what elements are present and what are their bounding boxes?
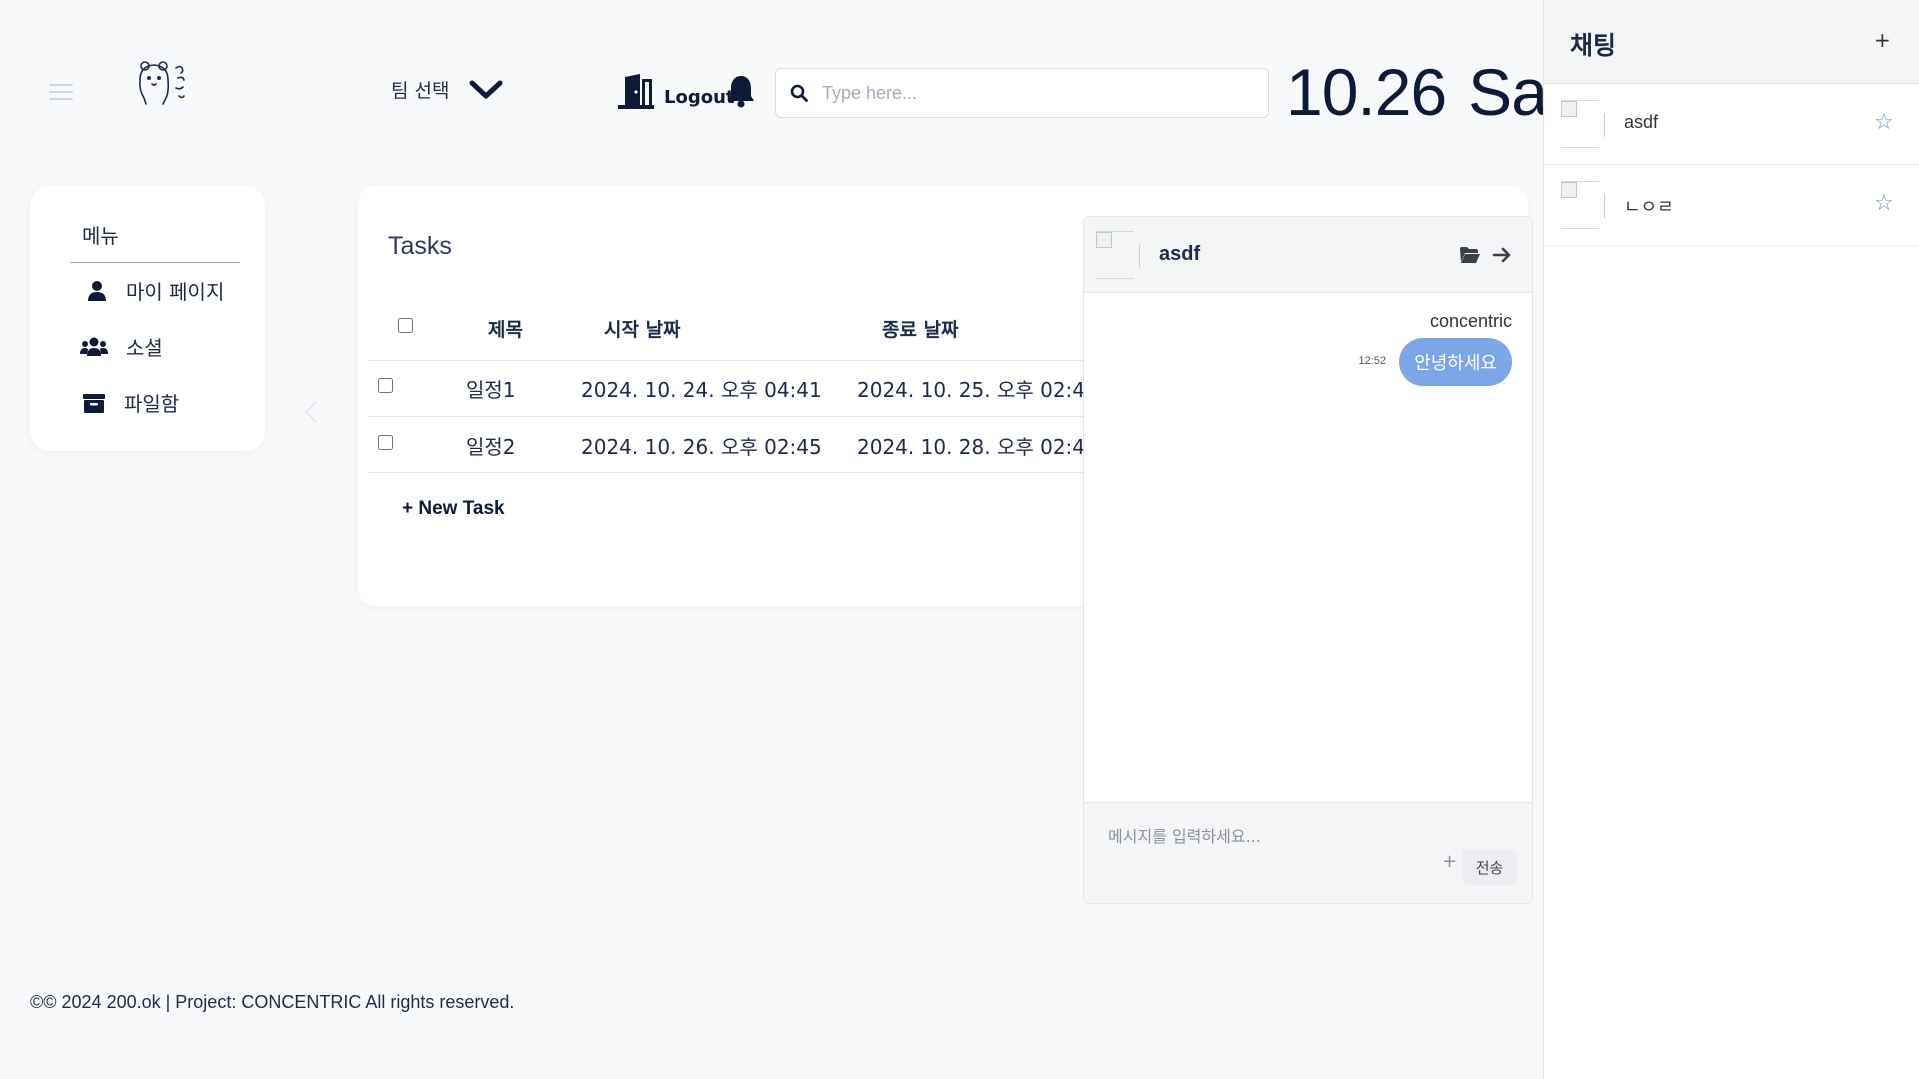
date-day: 10.26	[1286, 55, 1447, 129]
search-bar[interactable]	[775, 68, 1269, 118]
attach-button[interactable]: +	[1442, 851, 1457, 872]
search-input[interactable]	[822, 82, 1242, 104]
chat-window: asdf concentric 12:52 안녕하세요 + 전송	[1083, 216, 1533, 904]
avatar	[1561, 181, 1605, 229]
menu-item-label: 마이 페이지	[126, 280, 225, 304]
message-input[interactable]	[1108, 823, 1488, 853]
row-checkbox[interactable]	[378, 435, 393, 450]
chat-room-name: ㄴㅇㄹ	[1624, 197, 1674, 217]
menu-item-label: 파일함	[124, 392, 180, 416]
chat-sidebar-title: 채팅	[1570, 31, 1617, 60]
folder-open-icon[interactable]	[1459, 246, 1481, 268]
tasks-title: Tasks	[388, 232, 452, 260]
new-task-button[interactable]: + New Task	[402, 498, 505, 520]
task-start-date: 2024. 10. 26. 오후 02:45	[581, 435, 822, 459]
current-date: 10.26 Sat	[1286, 54, 1565, 130]
column-header-start: 시작 날짜	[604, 319, 681, 341]
chat-sidebar-header: 채팅 +	[1544, 0, 1919, 84]
task-title: 일정2	[466, 435, 516, 459]
chat-header: asdf	[1084, 217, 1532, 293]
row-checkbox[interactable]	[378, 378, 393, 393]
menu-item-social[interactable]: 소셜	[80, 332, 163, 361]
chevron-left-icon[interactable]	[304, 400, 318, 428]
menu-item-files[interactable]: 파일함	[80, 388, 179, 417]
team-select-label: 팀 선택	[391, 80, 450, 102]
footer-copyright: ©© 2024 200.ok | Project: CONCENTRIC All…	[30, 992, 515, 1012]
task-title: 일정1	[466, 378, 516, 402]
notification-bell-icon[interactable]	[726, 74, 756, 112]
chevron-down-icon	[469, 80, 503, 98]
select-all-checkbox[interactable]	[398, 318, 413, 333]
chat-room-item[interactable]: asdf ☆	[1544, 84, 1919, 165]
chat-room-item[interactable]: ㄴㅇㄹ ☆	[1544, 165, 1919, 246]
users-icon	[80, 337, 108, 356]
chat-sidebar: 채팅 + asdf ☆ ㄴㅇㄹ ☆	[1543, 0, 1919, 1079]
archive-icon	[83, 393, 105, 413]
star-icon[interactable]: ☆	[1874, 191, 1894, 216]
avatar	[1096, 231, 1140, 279]
star-icon[interactable]: ☆	[1874, 110, 1894, 135]
door-exit-icon	[618, 74, 654, 109]
column-header-title: 제목	[488, 319, 523, 341]
task-end-date: 2024. 10. 28. 오후 02:47	[857, 435, 1098, 459]
task-start-date: 2024. 10. 24. 오후 04:41	[581, 378, 822, 402]
message-bubble: 안녕하세요	[1399, 338, 1512, 386]
bear-logo	[136, 58, 192, 106]
task-end-date: 2024. 10. 25. 오후 02:44	[857, 378, 1098, 402]
side-menu: 메뉴 마이 페이지 소셜 파일함	[30, 186, 265, 451]
message-sender: concentric	[1429, 311, 1512, 331]
chat-partner-name: asdf	[1159, 243, 1201, 265]
avatar	[1561, 100, 1605, 148]
arrow-right-icon[interactable]	[1492, 245, 1512, 269]
chat-room-name: asdf	[1624, 112, 1659, 132]
team-select-dropdown[interactable]: 팀 선택	[391, 76, 503, 103]
column-header-end: 종료 날짜	[882, 319, 959, 341]
menu-item-mypage[interactable]: 마이 페이지	[80, 276, 224, 305]
hamburger-menu-icon[interactable]	[49, 84, 73, 100]
add-chat-button[interactable]: +	[1874, 28, 1891, 52]
message-time: 12:52	[1358, 355, 1386, 367]
chat-input-area: + 전송	[1084, 802, 1532, 903]
menu-divider	[70, 262, 240, 263]
send-button[interactable]: 전송	[1462, 849, 1517, 885]
menu-title: 메뉴	[82, 224, 119, 248]
menu-item-label: 소셜	[126, 336, 163, 360]
user-icon	[88, 280, 106, 301]
logout-label: Logout	[664, 87, 735, 108]
logout-button[interactable]: Logout	[616, 74, 735, 110]
search-icon	[790, 84, 808, 102]
